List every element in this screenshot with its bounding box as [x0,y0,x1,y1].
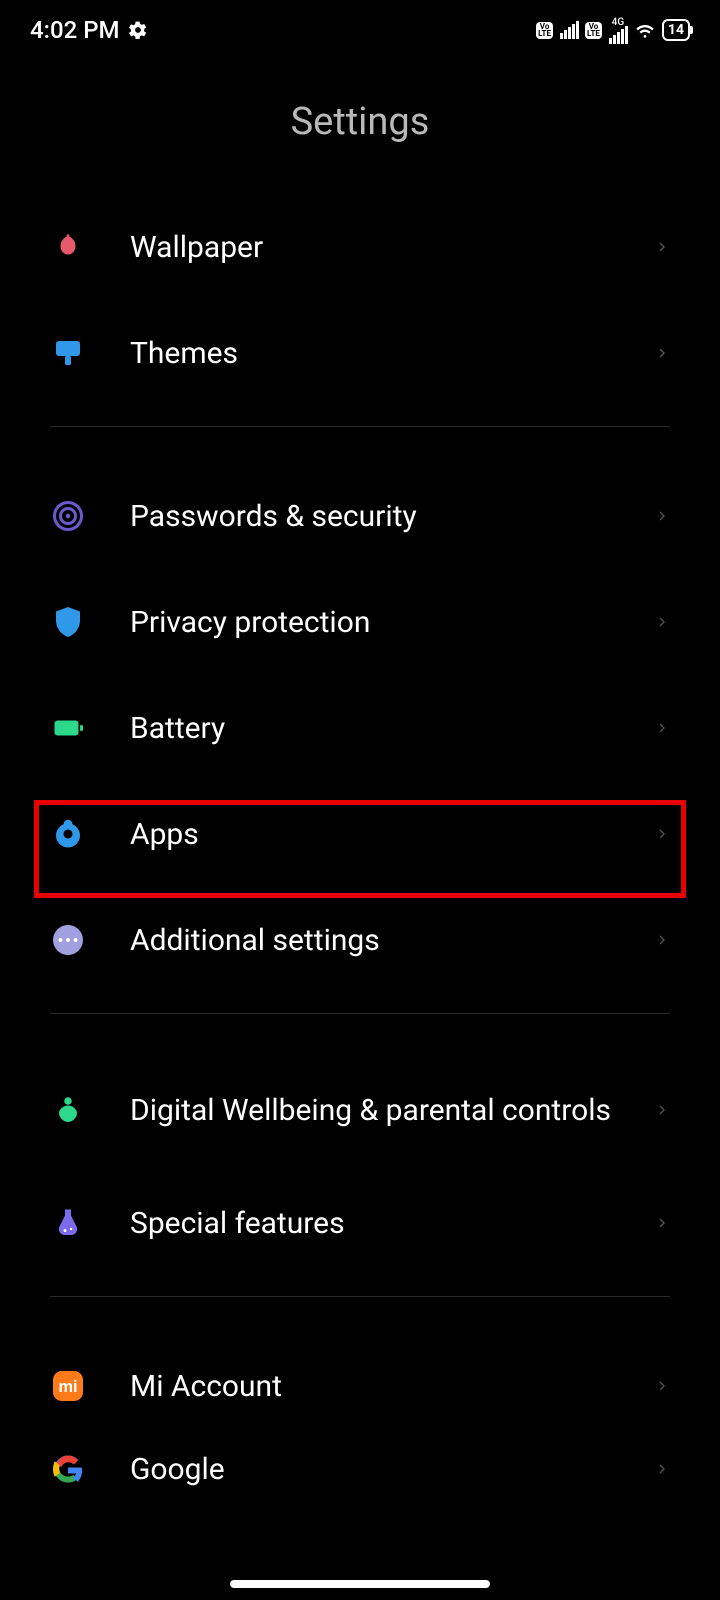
section-divider [50,1296,670,1297]
settings-item-label: Themes [130,334,654,373]
settings-item-label: Additional settings [130,921,654,960]
fingerprint-icon [50,498,86,534]
chevron-right-icon [654,720,670,736]
settings-item-label: Digital Wellbeing & parental controls [130,1091,654,1130]
settings-list: Wallpaper Themes Passwords & security Pr… [0,194,720,1499]
settings-item-label: Battery [130,709,654,748]
gear-icon [128,20,148,40]
more-icon [50,922,86,958]
volte-icon: VoLTE [536,22,553,39]
settings-item-battery[interactable]: Battery [50,675,670,781]
apps-icon [50,816,86,852]
status-left: 4:02 PM [30,16,148,44]
battery-icon [50,710,86,746]
settings-item-special[interactable]: Special features [50,1170,670,1276]
wifi-icon [634,19,656,41]
chevron-right-icon [654,1461,670,1477]
settings-item-label: Wallpaper [130,228,654,267]
chevron-right-icon [654,1102,670,1118]
wellbeing-icon [50,1092,86,1128]
battery-icon: 14 [662,19,690,41]
settings-item-themes[interactable]: Themes [50,300,670,406]
chevron-right-icon [654,826,670,842]
settings-item-wellbeing[interactable]: Digital Wellbeing & parental controls [50,1050,670,1170]
settings-item-label: Passwords & security [130,497,654,536]
google-icon [50,1451,86,1487]
section-divider [50,426,670,427]
home-indicator[interactable] [230,1580,490,1588]
flask-icon [50,1205,86,1241]
signal-icon [559,21,579,39]
settings-item-wallpaper[interactable]: Wallpaper [50,194,670,300]
chevron-right-icon [654,614,670,630]
status-bar: 4:02 PM VoLTE VoLTE 4G 14 [0,0,720,60]
shield-icon [50,604,86,640]
chevron-right-icon [654,1378,670,1394]
settings-item-miaccount[interactable]: mi Mi Account [50,1333,670,1439]
settings-item-privacy[interactable]: Privacy protection [50,569,670,675]
settings-item-label: Privacy protection [130,603,654,642]
settings-item-label: Mi Account [130,1367,654,1406]
wallpaper-icon [50,229,86,265]
settings-item-passwords[interactable]: Passwords & security [50,463,670,569]
chevron-right-icon [654,932,670,948]
settings-item-label: Special features [130,1204,654,1243]
settings-item-label: Google [130,1450,654,1489]
mi-icon: mi [50,1368,86,1404]
signal-icon [608,26,628,44]
chevron-right-icon [654,345,670,361]
settings-item-additional[interactable]: Additional settings [50,887,670,993]
status-time: 4:02 PM [30,16,120,44]
page-title: Settings [0,60,720,194]
settings-item-label: Apps [130,815,654,854]
chevron-right-icon [654,239,670,255]
chevron-right-icon [654,508,670,524]
settings-item-apps[interactable]: Apps [50,781,670,887]
status-right: VoLTE VoLTE 4G 14 [536,17,690,44]
volte-icon: VoLTE [585,22,602,39]
settings-item-google[interactable]: Google [50,1439,670,1499]
section-divider [50,1013,670,1014]
themes-icon [50,335,86,371]
chevron-right-icon [654,1215,670,1231]
svg-text:mi: mi [58,1378,77,1396]
